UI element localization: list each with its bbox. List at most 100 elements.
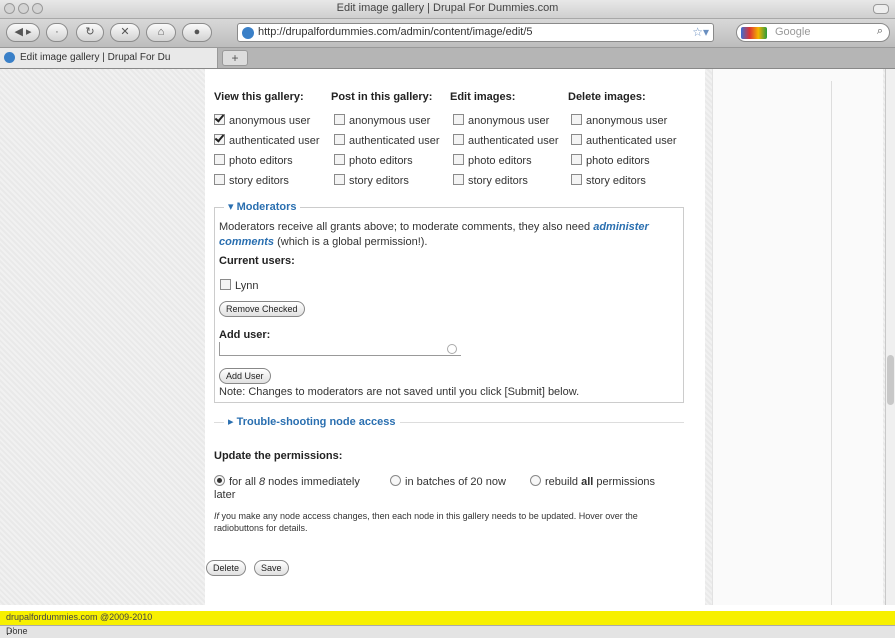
autocomplete-throbber-icon — [447, 344, 457, 354]
checkbox[interactable] — [334, 154, 345, 165]
checkbox[interactable] — [214, 114, 225, 125]
status-bar: Done ⋰ — [0, 625, 895, 638]
radio-label: rebuild — [545, 476, 582, 488]
tab-favicon-icon — [4, 52, 15, 63]
perm-checkbox[interactable]: story editors — [214, 174, 289, 187]
checkbox[interactable] — [214, 174, 225, 185]
address-bar[interactable]: http://drupalfordummies.com/admin/conten… — [237, 23, 714, 42]
desc-text: Moderators receive all grants above; to … — [219, 221, 594, 233]
radio-button[interactable] — [390, 475, 401, 486]
checkbox[interactable] — [334, 134, 345, 145]
checkbox[interactable] — [453, 114, 464, 125]
radio-label-bold: all — [581, 476, 594, 488]
update-permissions-heading: Update the permissions: — [214, 450, 343, 462]
site-favicon-icon — [242, 27, 254, 39]
moderators-toggle[interactable]: ▾ Moderators — [224, 200, 301, 213]
perm-checkbox[interactable]: anonymous user — [571, 114, 667, 127]
troubleshooting-toggle[interactable]: ▸ Trouble-shooting node access — [224, 415, 400, 428]
home-button[interactable]: ⌂ — [146, 23, 176, 42]
new-tab-button[interactable]: + — [222, 50, 248, 66]
checkbox[interactable] — [214, 134, 225, 145]
home-icon: ⌂ — [157, 26, 165, 38]
perm-checkbox[interactable]: photo editors — [214, 154, 293, 167]
checkbox-label: story editors — [586, 175, 646, 187]
radio-button[interactable] — [214, 475, 225, 486]
radio-label: for all — [229, 476, 259, 488]
checkbox-label: anonymous user — [349, 115, 431, 127]
delete-button[interactable]: Delete — [206, 560, 247, 576]
reload-button[interactable]: ↻ — [76, 23, 104, 42]
tab-label: Edit image gallery | Drupal For Du — [20, 52, 171, 63]
checkbox[interactable] — [453, 174, 464, 185]
update-help-text: If you make any node access changes, the… — [214, 510, 684, 534]
checkbox[interactable] — [571, 134, 582, 145]
checkbox[interactable] — [334, 174, 345, 185]
radio-batches[interactable]: in batches of 20 now — [390, 475, 506, 488]
checkbox[interactable] — [571, 154, 582, 165]
stop-icon: ✕ — [120, 26, 130, 38]
user-checkbox[interactable]: Lynn — [220, 279, 258, 292]
add-user-input[interactable] — [219, 342, 461, 356]
vertical-scrollbar[interactable] — [885, 69, 895, 605]
browser-toolbar: ◀ ▸ · ↻ ✕ ⌂ ● http://drupalfordummies.co… — [0, 19, 895, 48]
history-dropdown-button[interactable]: · — [46, 23, 68, 42]
reload-icon: ↻ — [85, 26, 95, 38]
checkbox-label: photo editors — [349, 155, 413, 167]
checkbox[interactable] — [571, 174, 582, 185]
perm-checkbox[interactable]: anonymous user — [453, 114, 549, 127]
address-text: http://drupalfordummies.com/admin/conten… — [258, 26, 533, 38]
circle-icon: ● — [193, 26, 201, 38]
right-sidebar — [712, 69, 883, 605]
checkbox-label: story editors — [349, 175, 409, 187]
col-header-delete: Delete images: — [568, 91, 646, 103]
troubleshooting-label: Trouble-shooting node access — [236, 416, 396, 428]
desc-text: (which is a global permission!). — [274, 236, 428, 248]
toolbar-toggle-button[interactable] — [873, 4, 889, 14]
resize-grip-icon[interactable]: ⋰ — [6, 626, 893, 637]
checkbox[interactable] — [220, 279, 231, 290]
radio-label: permissions — [593, 476, 656, 488]
perm-checkbox[interactable]: anonymous user — [214, 114, 310, 127]
scrollbar-thumb[interactable] — [887, 355, 894, 405]
perm-checkbox[interactable]: photo editors — [334, 154, 413, 167]
perm-checkbox[interactable]: story editors — [334, 174, 409, 187]
radio-immediately[interactable]: for all 8 nodes immediately — [214, 475, 360, 488]
perm-checkbox[interactable]: authenticated user — [571, 134, 677, 147]
perm-checkbox[interactable]: photo editors — [571, 154, 650, 167]
addon-button[interactable]: ● — [182, 23, 212, 42]
checkbox-label: anonymous user — [229, 115, 311, 127]
checkbox[interactable] — [214, 154, 225, 165]
checkbox[interactable] — [334, 114, 345, 125]
perm-checkbox[interactable]: photo editors — [453, 154, 532, 167]
checkbox-label: authenticated user — [586, 135, 677, 147]
search-icon[interactable]: ⌕ — [877, 25, 883, 38]
stop-button[interactable]: ✕ — [110, 23, 140, 42]
checkbox[interactable] — [453, 154, 464, 165]
radio-button[interactable] — [530, 475, 541, 486]
save-button[interactable]: Save — [254, 560, 289, 576]
perm-checkbox[interactable]: anonymous user — [334, 114, 430, 127]
perm-checkbox[interactable]: story editors — [453, 174, 528, 187]
moderators-note: Note: Changes to moderators are not save… — [219, 386, 580, 398]
search-placeholder: Google — [775, 26, 811, 38]
current-users-label: Current users: — [219, 255, 295, 267]
radio-label: in batches of 20 now — [405, 476, 506, 488]
bookmark-star-icon[interactable]: ☆▾ — [692, 25, 709, 39]
back-button[interactable]: ◀ ▸ — [6, 23, 40, 42]
tab-edit-image-gallery[interactable]: Edit image gallery | Drupal For Du — [0, 48, 218, 68]
col-header-edit: Edit images: — [450, 91, 516, 103]
perm-checkbox[interactable]: story editors — [571, 174, 646, 187]
moderators-fieldset: ▾ Moderators Moderators receive all gran… — [214, 200, 684, 403]
moderators-description: Moderators receive all grants above; to … — [219, 220, 681, 250]
add-user-button[interactable]: Add User — [219, 368, 271, 384]
perm-checkbox[interactable]: authenticated user — [334, 134, 440, 147]
perm-checkbox[interactable]: authenticated user — [214, 134, 320, 147]
checkbox-label: anonymous user — [468, 115, 550, 127]
checkbox[interactable] — [453, 134, 464, 145]
perm-checkbox[interactable]: authenticated user — [453, 134, 559, 147]
checkbox[interactable] — [571, 114, 582, 125]
remove-checked-button[interactable]: Remove Checked — [219, 301, 305, 317]
search-box[interactable]: Google ⌕ — [736, 23, 890, 42]
window-title-bar: Edit image gallery | Drupal For Dummies.… — [0, 0, 895, 19]
radio-rebuild[interactable]: rebuild all permissions — [530, 475, 655, 488]
